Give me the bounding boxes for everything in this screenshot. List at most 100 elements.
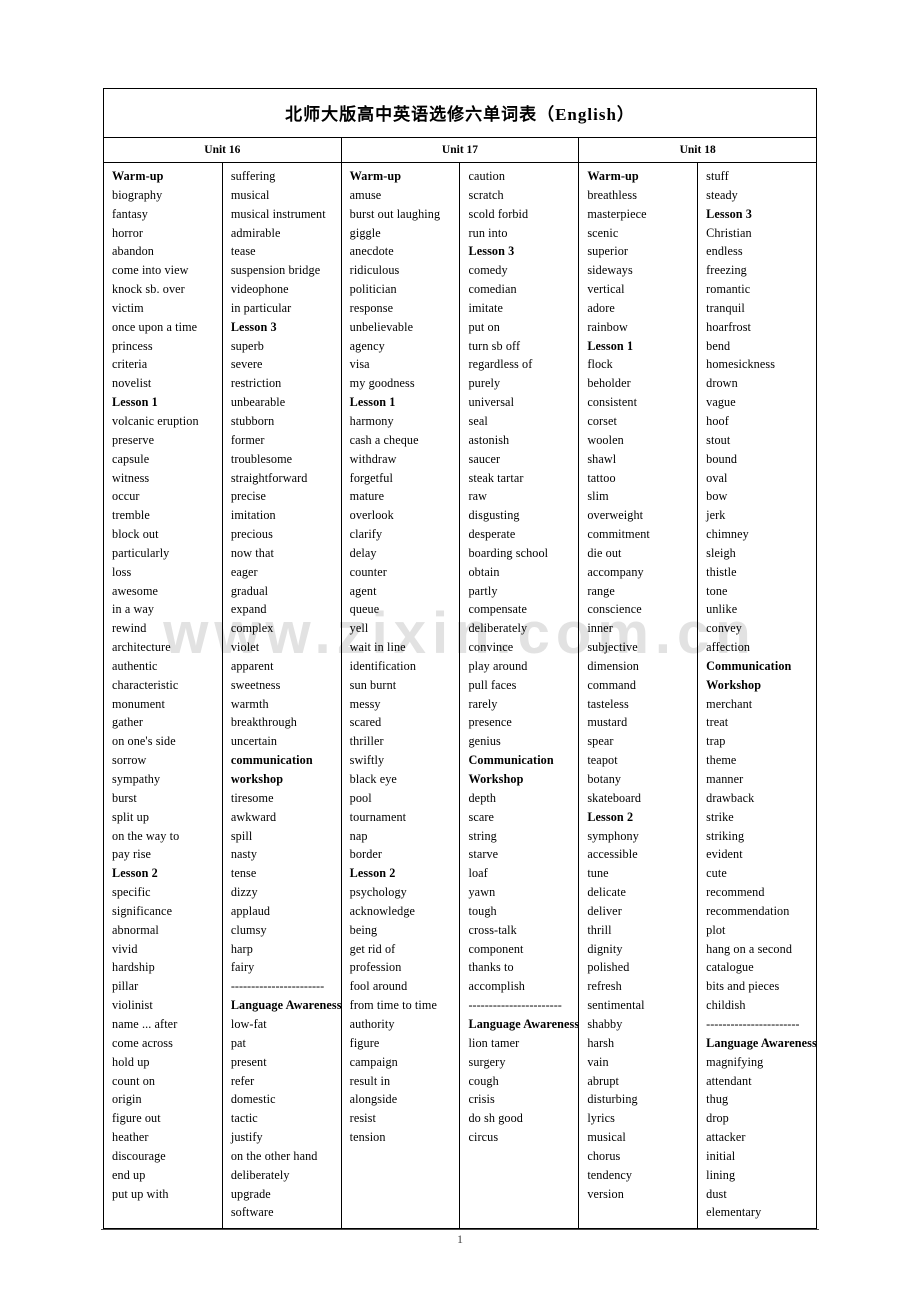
- word-entry: scratch: [468, 187, 504, 202]
- word-entry: jerk: [706, 508, 726, 523]
- word-entry: shawl: [587, 451, 617, 466]
- word-entry: convey: [706, 621, 742, 636]
- word-entry: superior: [587, 244, 629, 259]
- word-entry: from time to time: [349, 998, 437, 1013]
- word-columns-row: Warm-up biography fantasy horror abandon come…: [103, 161, 817, 1230]
- word-entry: recommendation: [706, 903, 790, 918]
- word-entry: software: [230, 1205, 274, 1220]
- word-entry: awesome: [112, 583, 159, 598]
- word-entry: sorrow: [112, 753, 147, 768]
- word-list: stuff steady Lesson 3 Christian endless freez…: [706, 167, 817, 1222]
- word-entry: Language Awareness: [468, 1016, 580, 1031]
- word-entry: sleigh: [706, 545, 736, 560]
- word-entry: authentic: [112, 658, 158, 673]
- word-entry: sideways: [587, 263, 633, 278]
- word-entry: fairy: [230, 960, 255, 975]
- word-entry: resist: [349, 1111, 376, 1126]
- word-entry: spear: [587, 734, 614, 749]
- word-entry: characteristic: [112, 677, 179, 692]
- word-entry: surgery: [468, 1054, 506, 1069]
- word-entry: thriller: [349, 734, 384, 749]
- word-entry: disgusting: [468, 508, 520, 523]
- word-entry: come across: [112, 1035, 173, 1050]
- word-entry: spill: [230, 828, 253, 843]
- word-entry: subjective: [587, 640, 638, 655]
- word-entry: horror: [112, 225, 144, 240]
- word-entry: astonish: [468, 432, 510, 447]
- word-entry: withdraw: [349, 451, 397, 466]
- word-entry: particularly: [112, 545, 170, 560]
- word-entry: workshop: [230, 772, 284, 786]
- word-entry: cash a cheque: [349, 432, 419, 447]
- word-entry: put up with: [112, 1186, 169, 1201]
- word-entry: hardship: [112, 960, 155, 975]
- word-entry: abrupt: [587, 1073, 620, 1088]
- word-entry: psychology: [349, 885, 407, 900]
- word-entry: treat: [706, 715, 729, 730]
- word-entry: alongside: [349, 1092, 398, 1107]
- word-entry: expand: [230, 602, 267, 617]
- section-divider: -----------------------: [468, 998, 562, 1013]
- word-entry: raw: [468, 489, 488, 504]
- page-title: 北师大版高中英语选修六单词表（English）: [285, 105, 635, 124]
- word-entry: affection: [706, 640, 751, 655]
- word-entry: unbearable: [230, 395, 286, 410]
- word-entry: cough: [468, 1073, 499, 1088]
- word-entry: loss: [112, 564, 132, 579]
- word-entry: imitation: [230, 508, 276, 523]
- word-entry: fantasy: [112, 206, 148, 221]
- word-entry: bend: [706, 338, 731, 353]
- word-entry: criteria: [112, 357, 148, 372]
- word-entry: partly: [468, 583, 498, 598]
- word-entry: harsh: [587, 1035, 615, 1050]
- word-entry: tranquil: [706, 300, 745, 315]
- word-entry: end up: [112, 1167, 146, 1182]
- word-entry: elementary: [706, 1205, 762, 1220]
- word-entry: obtain: [468, 564, 500, 579]
- word-entry: Language Awareness: [230, 998, 342, 1013]
- word-entry: pat: [230, 1035, 247, 1050]
- word-entry: capsule: [112, 451, 150, 466]
- word-entry: breakthrough: [230, 715, 298, 730]
- word-entry: depth: [468, 790, 497, 805]
- word-entry: tension: [349, 1130, 386, 1145]
- word-entry: in particular: [230, 300, 292, 315]
- word-entry: in a way: [112, 602, 155, 617]
- word-entry: hold up: [112, 1054, 150, 1069]
- word-entry: visa: [349, 357, 370, 372]
- word-entry: restriction: [230, 376, 282, 391]
- word-entry: suffering: [230, 169, 276, 183]
- word-entry: version: [587, 1186, 624, 1201]
- word-entry: authority: [349, 1016, 395, 1031]
- word-entry: accessible: [587, 847, 638, 862]
- word-entry: admirable: [230, 225, 281, 240]
- word-entry: Workshop: [706, 677, 762, 692]
- word-entry: upgrade: [230, 1186, 271, 1201]
- word-column-unit18-b: stuff steady Lesson 3 Christian endless freez…: [697, 161, 817, 1230]
- word-entry: lyrics: [587, 1111, 615, 1126]
- word-entry: accomplish: [468, 979, 525, 994]
- document-title-cell: 北师大版高中英语选修六单词表（English）: [103, 88, 817, 138]
- word-entry: nasty: [230, 847, 258, 862]
- word-entry: heather: [112, 1130, 149, 1145]
- word-entry: compensate: [468, 602, 528, 617]
- word-entry: agent: [349, 583, 377, 598]
- word-entry: lion tamer: [468, 1035, 520, 1050]
- word-entry: abnormal: [112, 922, 159, 937]
- word-entry: deliberately: [230, 1167, 290, 1182]
- word-entry: thrill: [587, 922, 612, 937]
- word-entry: striking: [706, 828, 745, 843]
- word-entry: origin: [112, 1092, 142, 1107]
- word-entry: complex: [230, 621, 274, 636]
- word-entry: scenic: [587, 225, 619, 240]
- word-entry: manner: [706, 772, 744, 786]
- word-entry: endless: [706, 244, 743, 259]
- word-entry: tendency: [587, 1167, 633, 1182]
- word-entry: Warm-up: [587, 169, 639, 183]
- word-entry: overlook: [349, 508, 394, 523]
- word-entry: anecdote: [349, 244, 394, 259]
- word-column-unit16-a: Warm-up biography fantasy horror abandon come…: [103, 161, 223, 1230]
- word-entry: applaud: [230, 903, 271, 918]
- word-entry: mustard: [587, 715, 628, 730]
- title-row: 北师大版高中英语选修六单词表（English）: [103, 88, 817, 138]
